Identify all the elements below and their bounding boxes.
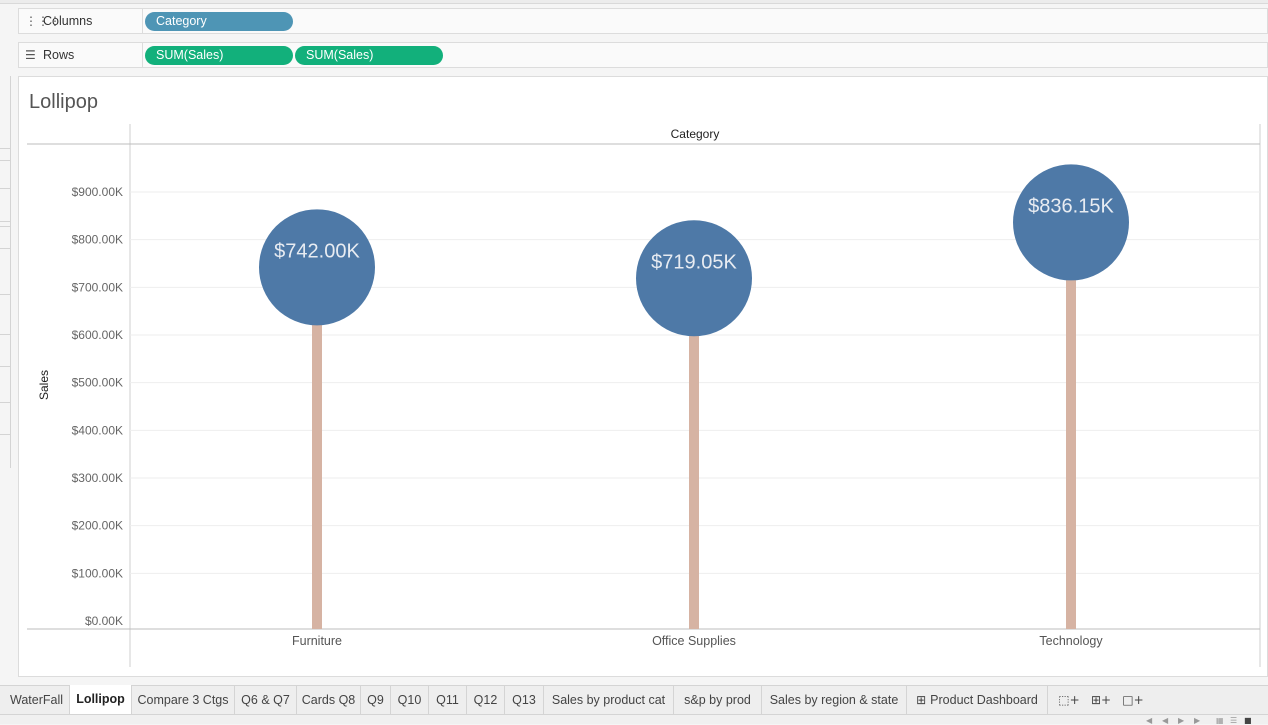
sheet-tab[interactable]: WaterFall	[4, 686, 70, 715]
status-bar: ◀ ◀ ▶ ▶ ▦ ☰ ■	[0, 714, 1268, 725]
y-axis-title: Sales	[37, 370, 51, 400]
sheet-tab[interactable]: Q12	[467, 686, 505, 715]
sheet-tab[interactable]: Compare 3 Ctgs	[132, 686, 235, 715]
sheet-tab[interactable]: ⊞ Product Dashboard	[907, 686, 1048, 715]
sheet-tab-label: Product Dashboard	[930, 693, 1038, 707]
sheet-tab[interactable]: Q13	[505, 686, 544, 715]
rows-shelf-label: ☰ Rows	[19, 43, 143, 67]
sheet-tab[interactable]: Sales by product cat	[544, 686, 674, 715]
lollipop-stick	[1066, 222, 1076, 629]
lollipop-circle[interactable]	[259, 209, 375, 326]
sheet-tab-label: WaterFall	[9, 693, 63, 707]
x-category-label: Office Supplies	[652, 634, 736, 648]
dashboard-icon: ⊞	[916, 693, 927, 707]
lollipop-circle[interactable]	[636, 220, 752, 337]
new-worksheet-icon[interactable]: ⬚+	[1056, 688, 1082, 712]
data-label: $742.00K	[274, 240, 360, 262]
sheet-tab[interactable]: s&p by prod	[674, 686, 762, 715]
sheet-tab-label: Sales by region & state	[769, 693, 899, 707]
data-label: $719.05K	[651, 251, 737, 273]
y-tick-label: $100.00K	[72, 566, 123, 580]
sheet-tab[interactable]: Q6 & Q7	[235, 686, 297, 715]
category-pill[interactable]: Category	[145, 12, 293, 31]
sheet-tab[interactable]: Q10	[391, 686, 429, 715]
y-tick-label: $800.00K	[72, 233, 123, 247]
lollipop-chart[interactable]: Category Sales $0.00K $100.00K $200.00K $300.…	[19, 77, 1268, 678]
sheet-tab[interactable]: Q11	[429, 686, 467, 715]
rows-icon: ☰	[25, 48, 36, 62]
columns-icon: ⋮⋮⋮	[25, 14, 61, 28]
sheet-tab-label: Sales by product cat	[551, 693, 666, 707]
sheet-tab[interactable]: Lollipop	[70, 685, 132, 715]
sum-sales-pill-1[interactable]: SUM(Sales)	[145, 46, 293, 65]
columns-shelf-label: ⋮⋮⋮ Columns	[19, 9, 143, 33]
x-category-label: Furniture	[292, 634, 342, 648]
sheet-tab[interactable]: Q9	[361, 686, 391, 715]
sheet-tab-label: Q13	[512, 693, 536, 707]
x-category-label: Technology	[1039, 634, 1103, 648]
new-story-icon[interactable]: □+	[1120, 688, 1146, 712]
y-tick-label: $400.00K	[72, 423, 123, 437]
sheet-tab-label: Q9	[367, 693, 384, 707]
y-tick-label: $500.00K	[72, 376, 123, 390]
sheet-tab-label: s&p by prod	[684, 693, 751, 707]
top-toolbar-edge	[0, 0, 1268, 4]
sheet-tab-label: Q10	[397, 693, 422, 707]
new-dashboard-icon[interactable]: ⊞+	[1088, 688, 1114, 712]
y-tick-label: $900.00K	[72, 185, 123, 199]
sheet-tab-label: Q11	[436, 693, 459, 707]
sheet-tab-bar: WaterFall Lollipop Compare 3 Ctgs Q6 & Q7 Ca…	[0, 685, 1268, 715]
y-tick-label: $0.00K	[85, 614, 123, 628]
y-tick-label: $600.00K	[72, 328, 123, 342]
column-header-category: Category	[671, 127, 720, 141]
y-tick-label: $700.00K	[72, 280, 123, 294]
sum-sales-pill-2[interactable]: SUM(Sales)	[295, 46, 443, 65]
columns-shelf[interactable]: ⋮⋮⋮ Columns Category	[18, 8, 1268, 34]
sheet-tab[interactable]: Sales by region & state	[762, 686, 907, 715]
y-tick-label: $200.00K	[72, 519, 123, 533]
y-tick-label: $300.00K	[72, 471, 123, 485]
sheet-tab-label: Q12	[473, 693, 498, 707]
lollipop-circle[interactable]	[1013, 164, 1129, 281]
sheet-tab-label: Compare 3 Ctgs	[137, 693, 229, 707]
rows-shelf[interactable]: ☰ Rows SUM(Sales) SUM(Sales)	[18, 42, 1268, 68]
left-panel-edge	[0, 76, 11, 468]
data-label: $836.15K	[1028, 195, 1114, 217]
worksheet-view[interactable]: Lollipop Category Sales $0.00K $100.00K $200…	[18, 76, 1268, 677]
sheet-tab-label: Lollipop	[76, 692, 125, 706]
sheet-tab-label: Q6 & Q7	[241, 693, 290, 707]
sheet-tab[interactable]: Cards Q8	[297, 686, 361, 715]
sheet-tab-label: Cards Q8	[301, 693, 356, 707]
